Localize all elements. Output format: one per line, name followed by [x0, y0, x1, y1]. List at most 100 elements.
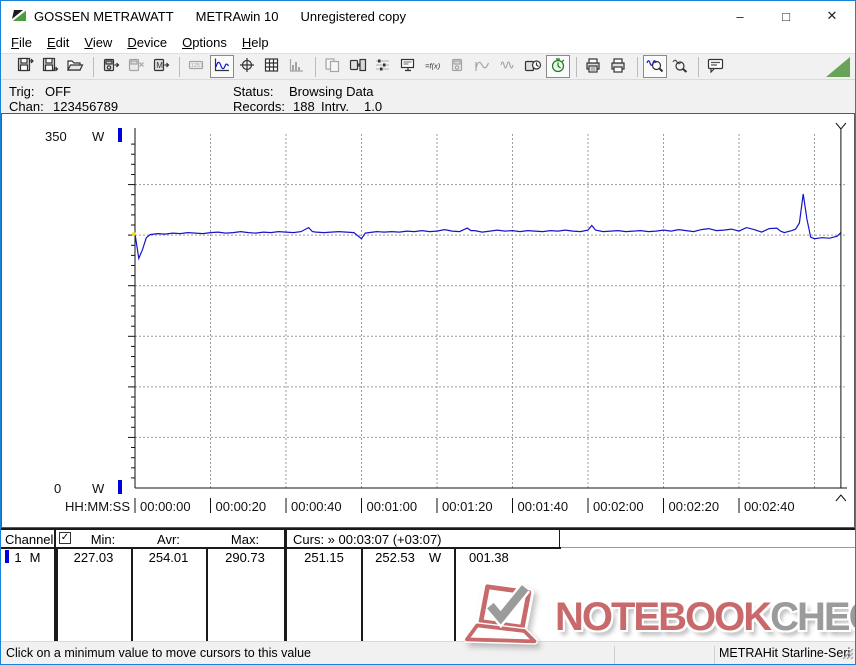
toolbar-separator [576, 57, 577, 77]
svg-text:00:02:40: 00:02:40 [744, 499, 795, 514]
min-value[interactable]: 227.03 [56, 550, 131, 565]
gossen-logo-triangle [823, 56, 852, 78]
status-bar: Click on a minimum value to move cursors… [1, 641, 855, 664]
toolbar-separator [179, 57, 180, 77]
records-label: Records: [233, 99, 285, 114]
trig-label: Trig: [9, 84, 35, 99]
analog-out-icon [474, 57, 492, 76]
title-brand: GOSSEN METRAWATT [34, 9, 174, 24]
histogram-display-button [285, 55, 309, 78]
menu-help[interactable]: Help [240, 34, 271, 51]
crosshair-cursor-button[interactable] [235, 55, 259, 78]
cursor-unit: W [425, 550, 445, 565]
numeric-display-button: 1257 [185, 55, 209, 78]
toolbar: M 1257 =f(x) [1, 53, 855, 80]
analog-out-button [471, 55, 495, 78]
max-header: Max: [206, 532, 284, 547]
interval-timer-button[interactable] [546, 55, 570, 78]
title-license: Unregistered copy [300, 9, 406, 24]
annotation-button[interactable] [704, 55, 728, 78]
svg-text:1257: 1257 [191, 63, 203, 69]
chan-label: Chan: [9, 99, 44, 114]
device-memory-button[interactable]: M [149, 55, 173, 78]
chan-value: 123456789 [53, 99, 118, 114]
device-config-button [446, 55, 470, 78]
svg-text:350: 350 [45, 129, 67, 144]
interval-timer-icon [549, 57, 567, 76]
toolbar-separator [698, 57, 699, 77]
svg-text:00:00:00: 00:00:00 [140, 499, 191, 514]
minimize-button[interactable]: – [717, 1, 763, 31]
copy-data-button [321, 55, 345, 78]
zoom-in-curve-button[interactable] [643, 55, 667, 78]
zoom-out-curve-icon [671, 57, 689, 76]
open-file-button[interactable] [63, 55, 87, 78]
channel-checkbox[interactable]: ✓ [59, 532, 71, 544]
time-config-icon [524, 57, 542, 76]
formula-fx-button[interactable]: =f(x) [421, 55, 445, 78]
metrawin-window: GOSSEN METRAWATT METRAwin 10 Unregistere… [0, 0, 856, 665]
svg-text:00:00:40: 00:00:40 [291, 499, 342, 514]
avr-header: Avr: [131, 532, 206, 547]
resize-grip[interactable] [840, 646, 854, 663]
cursor-header: Curs: » 00:03:07 (+03:07) [293, 532, 442, 547]
annotation-icon [707, 57, 725, 76]
print-preview-button[interactable] [582, 55, 606, 78]
print-button[interactable] [607, 55, 631, 78]
save-as-button[interactable] [38, 55, 62, 78]
menu-bar: File Edit View Device Options Help [1, 31, 855, 53]
table-display-icon [263, 57, 281, 76]
menu-view[interactable]: View [82, 34, 114, 51]
chart-panel: 00:00:0000:00:2000:00:4000:01:0000:01:20… [1, 113, 855, 528]
formula-fx-icon: =f(x) [424, 57, 442, 76]
save-as-icon [41, 57, 59, 76]
svg-text:00:02:00: 00:02:00 [593, 499, 644, 514]
svg-text:00:02:20: 00:02:20 [669, 499, 720, 514]
time-config-button[interactable] [521, 55, 545, 78]
records-value: 188 [293, 99, 315, 114]
menu-device[interactable]: Device [125, 34, 169, 51]
open-file-icon [66, 57, 84, 76]
title-app-name: METRAwin 10 [196, 9, 279, 24]
close-button[interactable]: ✕ [809, 1, 855, 31]
signal-out-button [496, 55, 520, 78]
channel-config-button[interactable] [371, 55, 395, 78]
avr-value[interactable]: 254.01 [131, 550, 206, 565]
title-bar: GOSSEN METRAWATT METRAwin 10 Unregistere… [1, 1, 855, 31]
device-memory-icon: M [152, 57, 170, 76]
save-curve-button[interactable] [13, 55, 37, 78]
toolbar-separator [637, 57, 638, 77]
histogram-display-icon [288, 57, 306, 76]
menu-options[interactable]: Options [180, 34, 229, 51]
curve-display-button[interactable] [210, 55, 234, 78]
display-config-button[interactable] [396, 55, 420, 78]
store-device-button[interactable] [346, 55, 370, 78]
acquisition-info-panel: Trig: OFF Chan: 123456789 Status: Browsi… [1, 80, 855, 113]
svg-text:00:01:40: 00:01:40 [518, 499, 569, 514]
interval-value: 1.0 [364, 99, 382, 114]
power-chart[interactable]: 00:00:0000:00:2000:00:4000:01:0000:01:20… [2, 114, 854, 527]
min-header: Min: [75, 532, 131, 547]
copy-data-icon [324, 57, 342, 76]
table-display-button[interactable] [260, 55, 284, 78]
menu-file[interactable]: File [9, 34, 34, 51]
device-config-icon [449, 57, 467, 76]
zoom-out-curve-button[interactable] [668, 55, 692, 78]
maximize-button[interactable]: □ [763, 1, 809, 31]
read-device-icon [102, 57, 120, 76]
channel-number: 1 [12, 550, 24, 565]
status-value: Browsing Data [289, 84, 374, 99]
max-value[interactable]: 290.73 [206, 550, 284, 565]
toolbar-separator [315, 57, 316, 77]
svg-text:HH:MM:SS: HH:MM:SS [65, 499, 130, 514]
svg-text:W: W [92, 129, 105, 144]
menu-edit[interactable]: Edit [45, 34, 71, 51]
channel-color-marker [5, 550, 9, 563]
measurement-table: Channel: ✓ Min: Avr: Max: Curs: » 00:03:… [1, 528, 855, 641]
zoom-in-curve-icon [646, 57, 664, 76]
read-device-button[interactable] [99, 55, 123, 78]
interval-label: Intrv. [321, 99, 349, 114]
svg-text:00:01:00: 00:01:00 [367, 499, 418, 514]
delta-value: 001.38 [469, 550, 529, 565]
store-device-icon [349, 57, 367, 76]
